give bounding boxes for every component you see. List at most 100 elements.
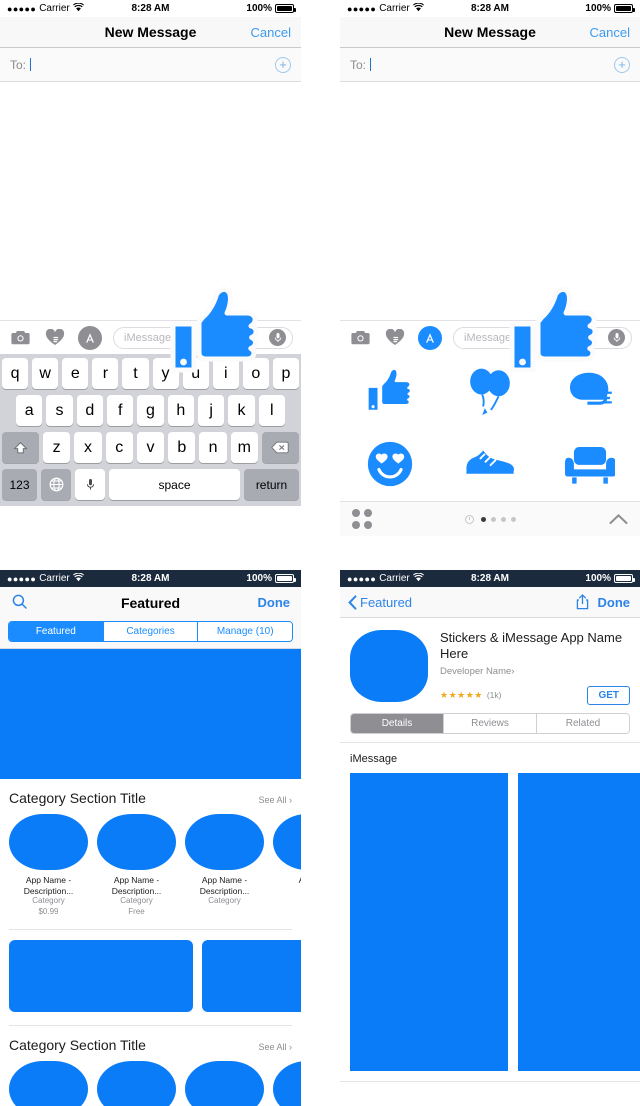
share-icon[interactable]: [576, 594, 589, 610]
microphone-icon[interactable]: [269, 329, 286, 346]
tab-related[interactable]: Related: [537, 713, 629, 733]
key-t[interactable]: t: [122, 358, 149, 389]
signal-dots-icon: ●●●●●: [7, 3, 37, 14]
tab-featured[interactable]: Featured: [9, 622, 104, 641]
app-tile[interactable]: App Name - Description... Category Free: [97, 814, 176, 917]
sticker-sneaker[interactable]: [463, 448, 517, 480]
backspace-icon[interactable]: [261, 432, 299, 463]
battery-icon: [614, 574, 635, 583]
key-x[interactable]: x: [74, 432, 102, 463]
app-tile[interactable]: [273, 1061, 301, 1106]
key-m[interactable]: m: [230, 432, 258, 463]
app-name: Stickers & iMessage App Name Here: [440, 630, 623, 662]
numbers-key[interactable]: 123: [2, 469, 37, 500]
heart-hand-icon[interactable]: [43, 326, 67, 350]
page-dot[interactable]: [480, 516, 486, 522]
app-screenshot[interactable]: [518, 772, 640, 1071]
key-z[interactable]: z: [43, 432, 71, 463]
developer-link[interactable]: Developer Name›: [440, 666, 630, 677]
key-e[interactable]: e: [62, 358, 89, 389]
key-n[interactable]: n: [199, 432, 227, 463]
chevron-up-icon[interactable]: [609, 511, 628, 528]
key-w[interactable]: w: [32, 358, 59, 389]
cancel-button[interactable]: Cancel: [590, 25, 630, 40]
app-screenshot[interactable]: [350, 772, 508, 1071]
key-s[interactable]: s: [46, 395, 73, 426]
store-segmented-control[interactable]: Featured Categories Manage (10): [8, 621, 293, 642]
dictation-icon[interactable]: [75, 469, 105, 500]
page-dot[interactable]: [490, 516, 496, 522]
promo-banner[interactable]: [202, 940, 301, 1013]
key-q[interactable]: q: [2, 358, 29, 389]
featured-scroll-area[interactable]: Category Section Title See All › App Nam…: [0, 649, 301, 1106]
page-dot[interactable]: [510, 516, 516, 522]
get-button[interactable]: GET: [587, 685, 630, 705]
search-icon[interactable]: [12, 594, 27, 612]
sticker-armchair[interactable]: [565, 443, 615, 485]
key-f[interactable]: f: [107, 395, 134, 426]
see-all-label: See All: [258, 795, 287, 805]
panel-app-detail: ●●●●● Carrier 8:28 AM 100% Featured Done…: [340, 570, 640, 1106]
tab-manage[interactable]: Manage (10): [198, 622, 292, 641]
key-p[interactable]: p: [272, 358, 299, 389]
done-button[interactable]: Done: [598, 595, 631, 610]
promo-banner[interactable]: [9, 940, 193, 1013]
rating-count: (1k): [486, 690, 502, 701]
banner-row[interactable]: [0, 930, 301, 1023]
app-header: Stickers & iMessage App Name Here Develo…: [340, 618, 640, 711]
app-tile[interactable]: [9, 1061, 88, 1106]
space-key[interactable]: space: [109, 469, 240, 500]
app-tile[interactable]: [185, 1061, 264, 1106]
recipient-field-row[interactable]: To: +: [340, 48, 640, 82]
key-b[interactable]: b: [168, 432, 196, 463]
globe-icon[interactable]: [41, 469, 71, 500]
shift-icon[interactable]: [2, 432, 40, 463]
see-all-link[interactable]: See All ›: [258, 795, 292, 805]
tab-details[interactable]: Details: [351, 713, 444, 733]
app-tile[interactable]: Ap Des C: [273, 814, 301, 917]
microphone-icon[interactable]: [608, 329, 625, 346]
cancel-button[interactable]: Cancel: [251, 25, 291, 40]
tab-reviews[interactable]: Reviews: [444, 713, 537, 733]
key-l[interactable]: l: [258, 395, 285, 426]
back-button[interactable]: Featured: [348, 595, 412, 610]
see-all-link[interactable]: See All ›: [258, 1042, 292, 1052]
app-tile-row[interactable]: [0, 1061, 301, 1106]
app-thumbnail: [273, 1061, 301, 1106]
key-v[interactable]: v: [136, 432, 165, 463]
camera-icon[interactable]: [8, 326, 32, 350]
return-key[interactable]: return: [244, 469, 299, 500]
sticker-thumbs-up[interactable]: [362, 366, 418, 416]
key-d[interactable]: d: [76, 395, 103, 426]
recipient-field-row[interactable]: To: +: [0, 48, 301, 82]
app-tile-row[interactable]: App Name - Description... Category $0.99…: [0, 814, 301, 927]
app-tile[interactable]: App Name - Description... Category: [185, 814, 264, 917]
key-j[interactable]: j: [197, 395, 225, 426]
app-icon[interactable]: [350, 630, 428, 702]
app-grid-icon[interactable]: [352, 509, 372, 529]
key-g[interactable]: g: [137, 395, 164, 426]
key-h[interactable]: h: [167, 395, 194, 426]
thumbs-up-sticker[interactable]: [505, 284, 605, 380]
tab-categories[interactable]: Categories: [103, 622, 199, 641]
screenshot-row[interactable]: [340, 772, 640, 1071]
key-a[interactable]: a: [16, 395, 43, 426]
heart-hand-icon[interactable]: [383, 326, 407, 350]
detail-segmented-control[interactable]: Details Reviews Related: [350, 712, 630, 734]
add-contact-icon[interactable]: +: [614, 56, 630, 73]
add-contact-icon[interactable]: +: [275, 56, 291, 73]
key-c[interactable]: c: [105, 432, 133, 463]
app-tile[interactable]: [97, 1061, 176, 1106]
keyboard-row-4: 123 space return: [2, 469, 299, 500]
app-store-icon[interactable]: [78, 325, 102, 350]
key-r[interactable]: r: [92, 358, 119, 389]
app-tile[interactable]: App Name - Description... Category $0.99: [9, 814, 88, 917]
camera-icon[interactable]: [348, 326, 372, 350]
app-store-icon[interactable]: [418, 325, 442, 350]
hero-banner[interactable]: [0, 649, 301, 779]
key-k[interactable]: k: [228, 395, 255, 426]
sticker-heart-eyes-smiley[interactable]: [366, 440, 414, 488]
thumbs-up-sticker[interactable]: [166, 284, 266, 380]
done-button[interactable]: Done: [258, 595, 291, 610]
page-dot[interactable]: [500, 516, 506, 522]
